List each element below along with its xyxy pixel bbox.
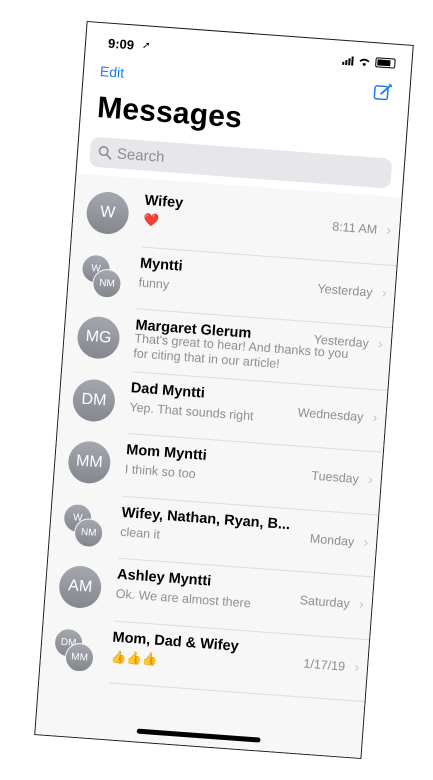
chevron-right-icon: › [372,408,379,425]
group-avatar: W NM [59,500,110,549]
group-avatar: DM MM [50,625,101,674]
search-icon [98,146,112,160]
page-title: Messages [96,91,244,135]
status-bar: 9:09 ➚ [85,22,413,80]
avatar: MM [64,641,96,673]
status-time: 9:09 [107,35,135,53]
cellular-signal-icon [342,56,354,66]
chevron-right-icon: › [358,595,365,612]
avatar: W [85,190,131,236]
avatar: NM [91,267,123,299]
screenshot-stage: 9:09 ➚ Edit Messages Search W Wifey ❤️ 8… [0,0,433,780]
wifi-icon [359,58,370,67]
avatar: DM [71,377,117,423]
location-arrow-icon: ➚ [141,40,151,52]
conversation-list: W Wifey ❤️ 8:11 AM › W NM Myntti funny Y… [39,180,401,703]
battery-icon [375,57,396,69]
chevron-right-icon: › [363,533,369,550]
chevron-right-icon: › [381,283,388,301]
edit-button[interactable]: Edit [99,63,124,81]
phone-screen: 9:09 ➚ Edit Messages Search W Wifey ❤️ 8… [34,20,414,760]
group-avatar: W NM [77,251,128,300]
avatar: NM [73,516,105,548]
avatar: MG [76,315,121,361]
avatar: AM [57,564,103,610]
message-time: 1/17/19 [302,656,346,674]
compose-icon[interactable] [373,81,394,102]
chevron-right-icon: › [367,470,374,488]
chevron-right-icon: › [385,221,392,238]
search-placeholder: Search [116,145,166,166]
chevron-right-icon: › [377,335,384,352]
status-icons [342,55,396,69]
chevron-right-icon: › [353,657,360,675]
avatar: MM [66,439,112,485]
